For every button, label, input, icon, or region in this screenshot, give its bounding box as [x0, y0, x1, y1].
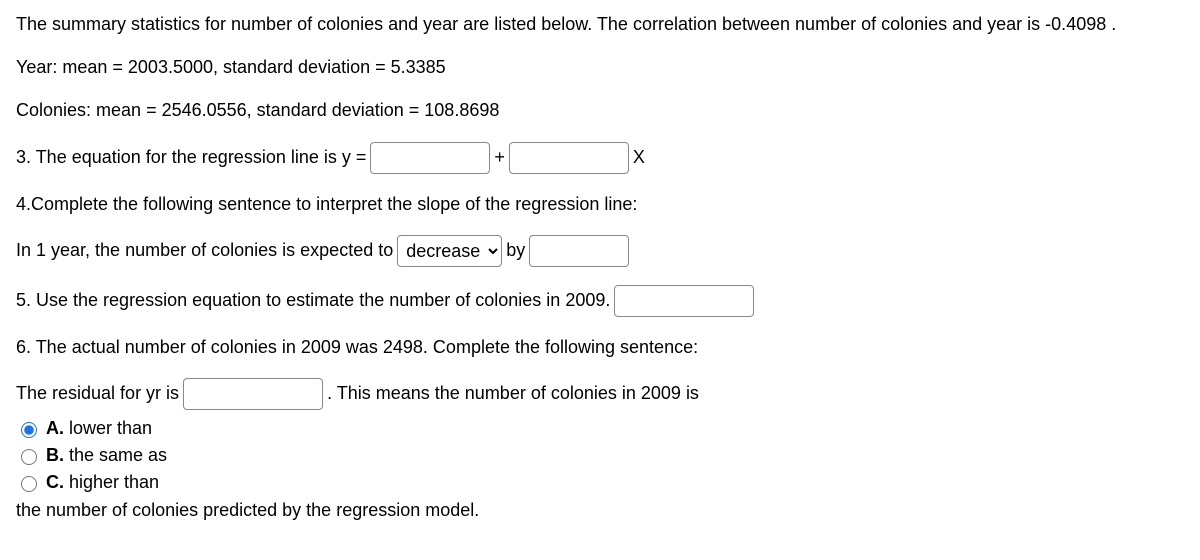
- q3-prefix: 3. The equation for the regression line …: [16, 145, 366, 170]
- question-4-sentence: In 1 year, the number of colonies is exp…: [16, 235, 1184, 267]
- q4-prefix: In 1 year, the number of colonies is exp…: [16, 238, 393, 263]
- q6-prefix: The residual for yr is: [16, 381, 179, 406]
- question-3: 3. The equation for the regression line …: [16, 142, 1184, 174]
- q6-radio-b[interactable]: [21, 449, 37, 465]
- q6-option-c-letter: C.: [46, 472, 64, 492]
- colonies-stats-text: Colonies: mean = 2546.0556, standard dev…: [16, 98, 499, 123]
- year-stats: Year: mean = 2003.5000, standard deviati…: [16, 55, 1184, 80]
- q6-option-a[interactable]: A. lower than: [16, 416, 1184, 441]
- q6-options: A. lower than B. the same as C. higher t…: [16, 416, 1184, 496]
- colonies-stats: Colonies: mean = 2546.0556, standard dev…: [16, 98, 1184, 123]
- q5-estimate-input[interactable]: [614, 285, 754, 317]
- question-5: 5. Use the regression equation to estima…: [16, 285, 1184, 317]
- q6-option-b-text: the same as: [64, 445, 167, 465]
- q6-radio-a[interactable]: [21, 422, 37, 438]
- q5-text: 5. Use the regression equation to estima…: [16, 288, 610, 313]
- q6-heading-text: 6. The actual number of colonies in 2009…: [16, 335, 698, 360]
- intro-summary-text: The summary statistics for number of col…: [16, 12, 1116, 37]
- q6-radio-c[interactable]: [21, 476, 37, 492]
- q6-option-b[interactable]: B. the same as: [16, 443, 1184, 468]
- q4-amount-input[interactable]: [529, 235, 629, 267]
- q3-intercept-input[interactable]: [370, 142, 490, 174]
- q4-heading-text: 4.Complete the following sentence to int…: [16, 192, 637, 217]
- q6-trailing: the number of colonies predicted by the …: [16, 498, 1184, 523]
- q6-residual-input[interactable]: [183, 378, 323, 410]
- q4-direction-select[interactable]: decrease: [397, 235, 502, 267]
- q6-option-a-letter: A.: [46, 418, 64, 438]
- q4-by: by: [506, 238, 525, 263]
- q6-option-c-text: higher than: [64, 472, 159, 492]
- q6-trailing-text: the number of colonies predicted by the …: [16, 500, 479, 520]
- q3-slope-input[interactable]: [509, 142, 629, 174]
- q6-option-c[interactable]: C. higher than: [16, 470, 1184, 495]
- q6-option-a-text: lower than: [64, 418, 152, 438]
- q3-plus: +: [494, 145, 505, 170]
- q3-x: X: [633, 145, 645, 170]
- question-6-heading: 6. The actual number of colonies in 2009…: [16, 335, 1184, 360]
- q6-suffix: . This means the number of colonies in 2…: [327, 381, 699, 406]
- question-6-sentence: The residual for yr is . This means the …: [16, 378, 1184, 410]
- year-stats-text: Year: mean = 2003.5000, standard deviati…: [16, 55, 446, 80]
- intro-summary: The summary statistics for number of col…: [16, 12, 1184, 37]
- q6-option-b-letter: B.: [46, 445, 64, 465]
- question-4-heading: 4.Complete the following sentence to int…: [16, 192, 1184, 217]
